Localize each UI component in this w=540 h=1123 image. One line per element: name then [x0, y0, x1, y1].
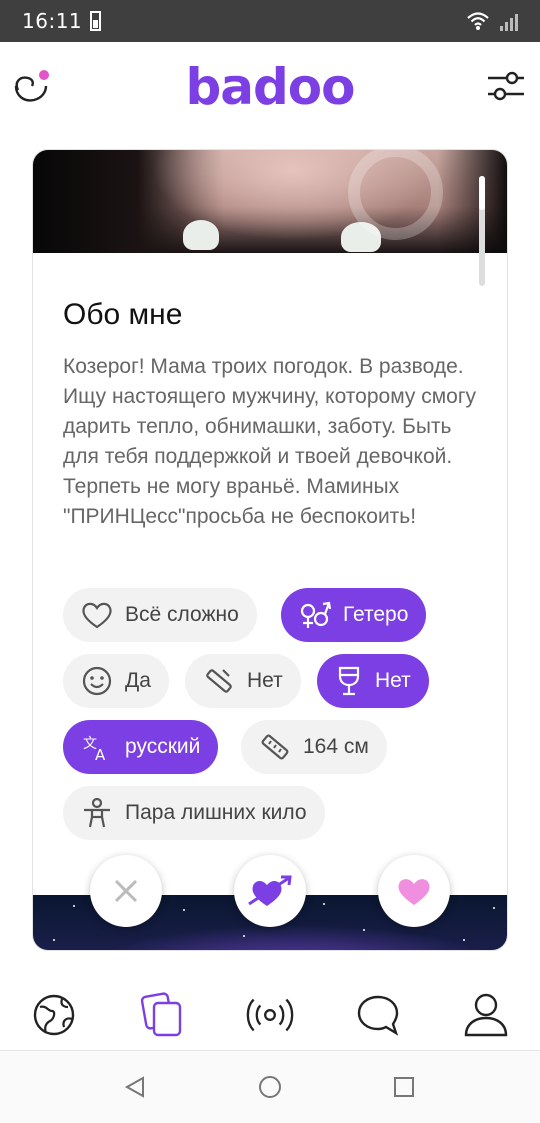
- bottom-tab-bar: [0, 980, 540, 1050]
- back-triangle-icon: [124, 1076, 144, 1098]
- tab-live[interactable]: [245, 990, 295, 1040]
- globe-icon: [33, 994, 75, 1036]
- profile-card[interactable]: Обо мне Козерог! Мама троих погодок. В р…: [32, 149, 508, 951]
- heart-icon: [398, 879, 430, 905]
- recents-button[interactable]: [388, 1071, 420, 1103]
- encounters-menu-icon[interactable]: [10, 64, 54, 108]
- about-text: Козерог! Мама троих погодок. В разводе. …: [63, 355, 476, 528]
- gender-icon: [300, 601, 331, 628]
- about-title: Обо мне: [63, 298, 183, 331]
- chip-label: Нет: [247, 669, 283, 692]
- chip-label: Нет: [375, 669, 411, 692]
- tab-profile[interactable]: [461, 990, 511, 1040]
- chip-orientation: Гетеро: [281, 588, 427, 642]
- close-icon: [114, 879, 138, 903]
- photo-detail: [183, 220, 219, 250]
- smile-icon: [82, 666, 112, 696]
- chip-height: 164 см: [241, 720, 387, 774]
- app-bar: badoo: [0, 42, 540, 132]
- chip-label: русский: [125, 735, 201, 758]
- tab-encounters[interactable]: [138, 990, 188, 1040]
- heart-arrow-icon: [248, 875, 292, 906]
- cigarette-icon: [206, 669, 232, 693]
- home-button[interactable]: [254, 1071, 286, 1103]
- chip-label: Да: [125, 669, 151, 692]
- broadcast-icon: [246, 998, 294, 1032]
- app-logo: badoo: [185, 58, 355, 116]
- like-button[interactable]: [378, 855, 450, 927]
- cards-icon: [140, 992, 182, 1037]
- chip-language: 文A русский: [63, 720, 219, 774]
- status-time: 16:11: [22, 9, 83, 33]
- tab-messages[interactable]: [353, 990, 403, 1040]
- wine-glass-icon: [338, 666, 360, 696]
- chip-smoking: Нет: [185, 654, 301, 708]
- home-circle-icon: [259, 1076, 281, 1098]
- watermark-icon: [348, 150, 443, 240]
- about-section: Обо мне Козерог! Мама троих погодок. В р…: [63, 298, 483, 532]
- svg-text:A: A: [95, 746, 106, 763]
- system-nav-bar: [0, 1051, 540, 1123]
- dislike-button[interactable]: [90, 855, 162, 927]
- profile-photo[interactable]: [33, 150, 507, 253]
- signal-icon: [500, 14, 518, 31]
- wifi-icon: [467, 12, 489, 30]
- battery-icon: [90, 11, 102, 31]
- back-button[interactable]: [119, 1071, 151, 1103]
- tab-people-nearby[interactable]: [29, 990, 79, 1040]
- chat-icon: [357, 995, 399, 1036]
- chip-body: Пара лишних кило: [63, 786, 325, 840]
- heart-outline-icon: [82, 602, 112, 629]
- chip-drinking: Нет: [317, 654, 429, 708]
- body-icon: [84, 797, 110, 828]
- status-bar: 16:11: [0, 0, 540, 42]
- translate-icon: 文A: [83, 736, 106, 763]
- recents-square-icon: [394, 1077, 414, 1097]
- chip-label: 164 см: [303, 735, 369, 758]
- scrollbar[interactable]: [479, 176, 485, 286]
- chip-relationship: Всё сложно: [63, 588, 257, 642]
- profile-icon: [464, 993, 508, 1037]
- chip-label: Гетеро: [343, 603, 409, 626]
- ruler-icon: [261, 734, 289, 760]
- crush-button[interactable]: [234, 855, 306, 927]
- chip-label: Всё сложно: [125, 603, 239, 626]
- chip-label: Пара лишних кило: [125, 801, 307, 824]
- chip-kids: Да: [63, 654, 169, 708]
- filters-icon[interactable]: [486, 66, 526, 106]
